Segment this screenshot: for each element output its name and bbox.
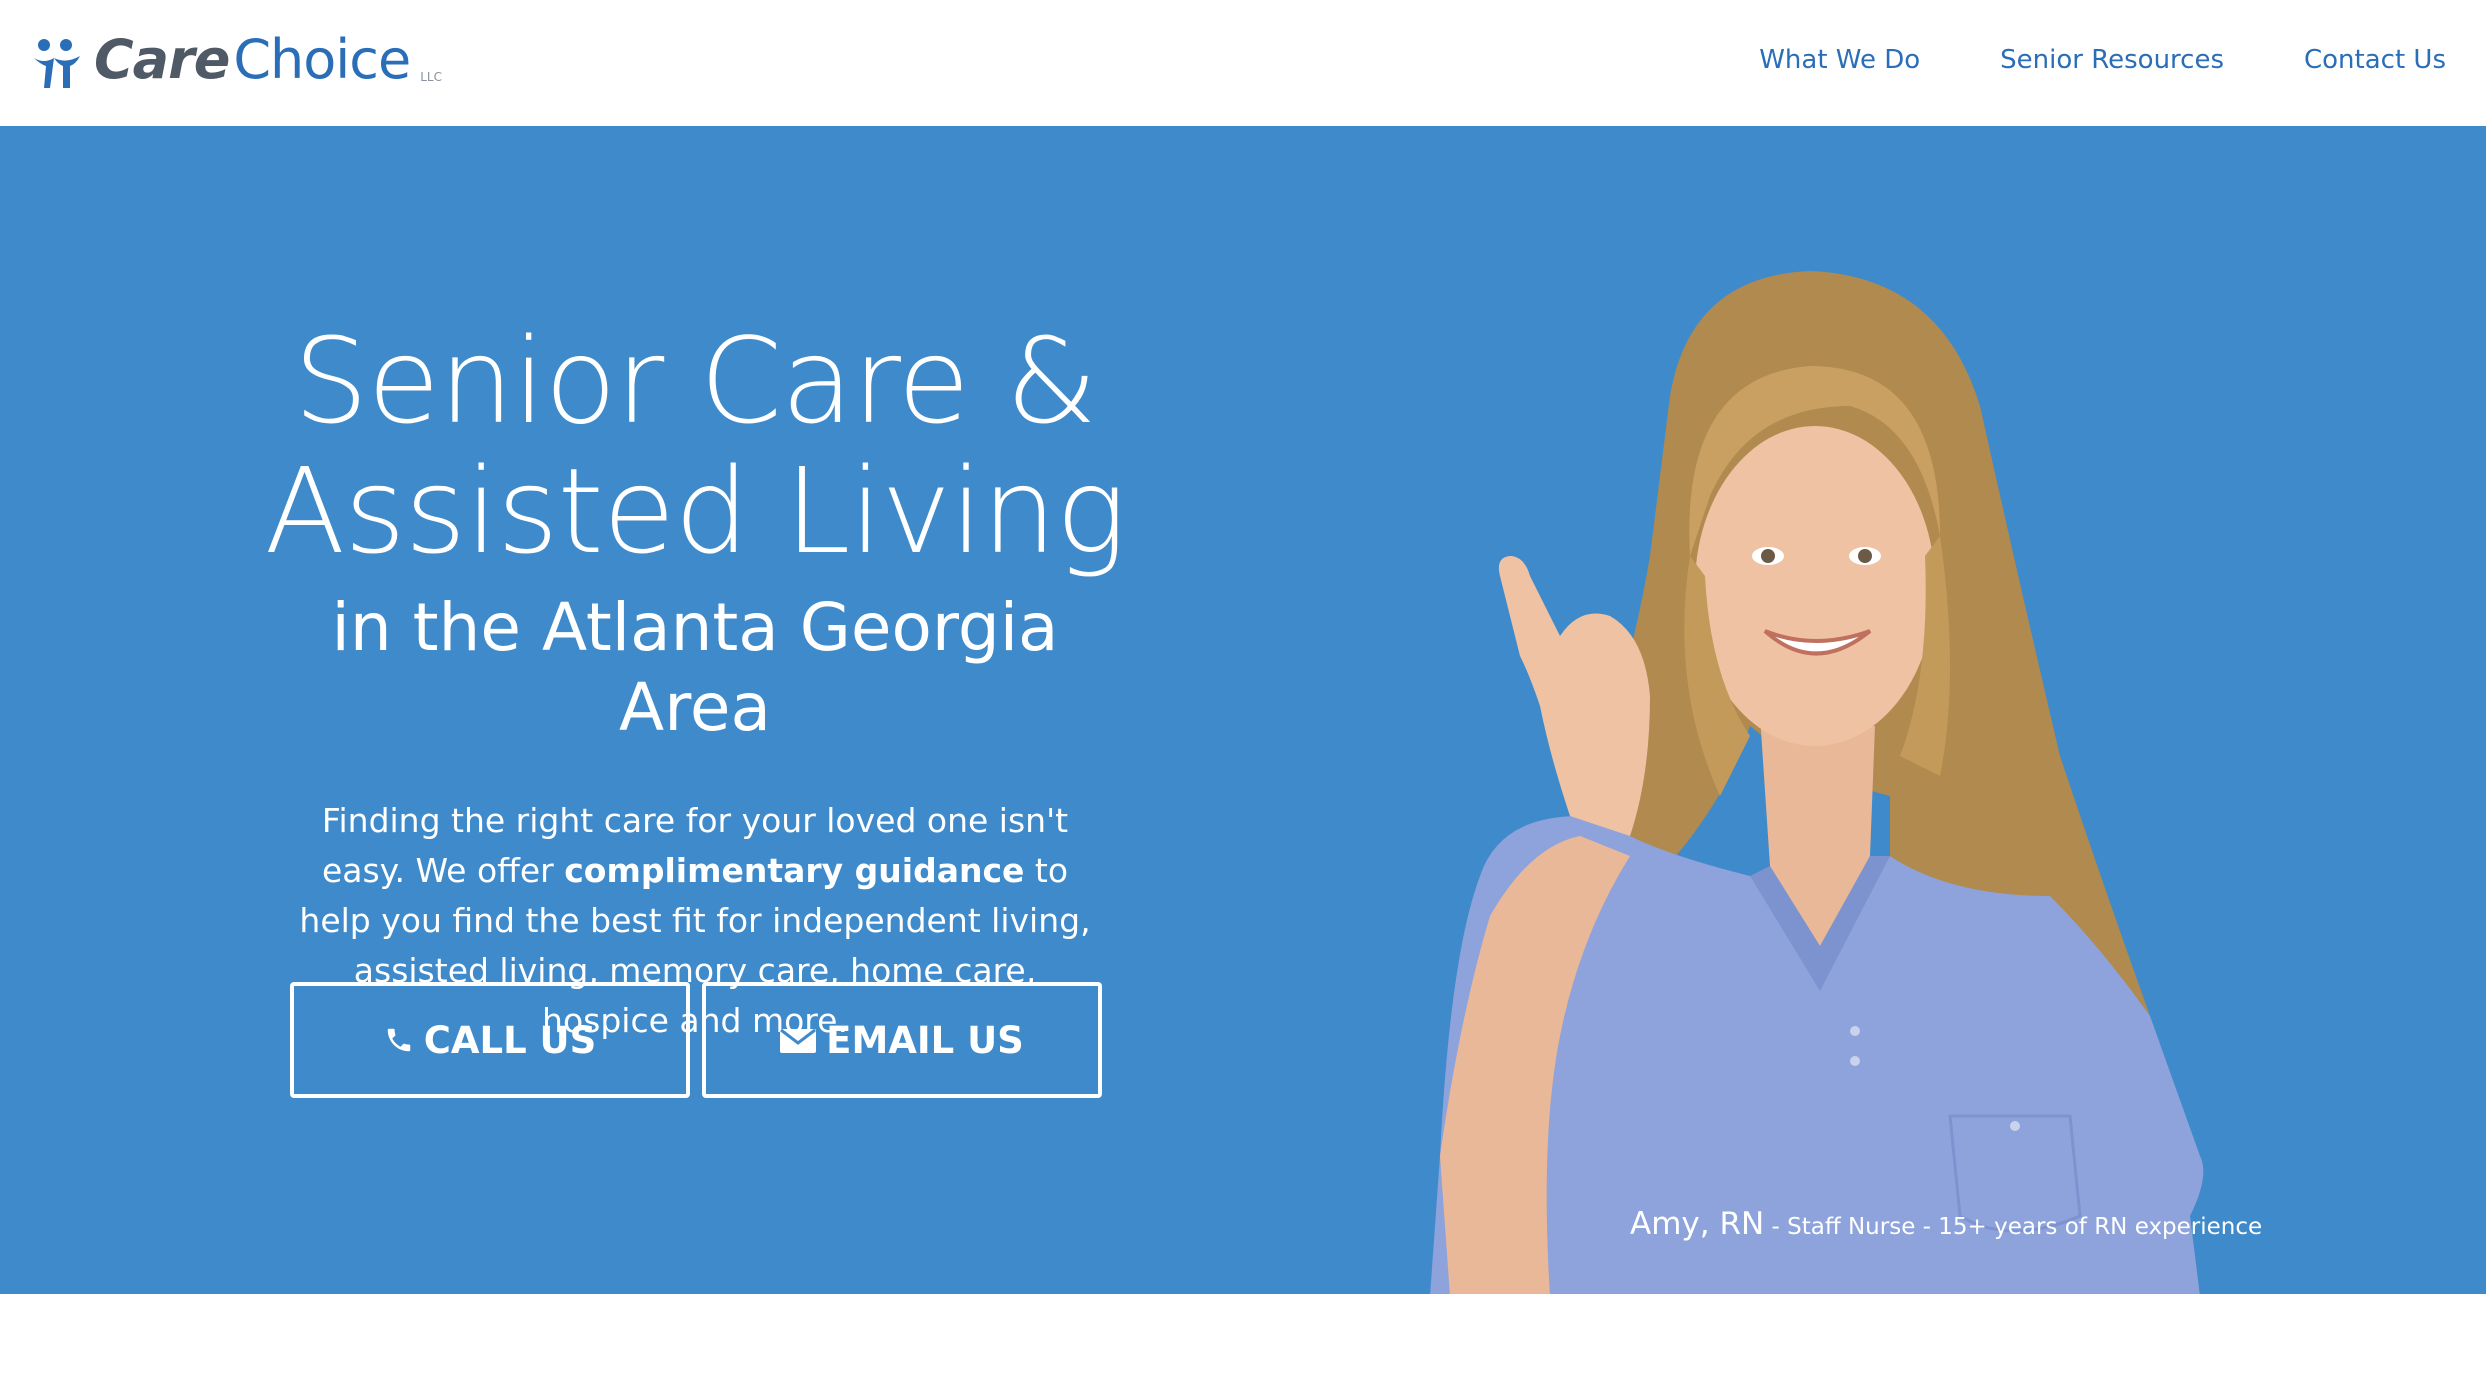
nav-what-we-do[interactable]: What We Do [1759,40,1920,80]
logo-care-text: Care [94,28,230,91]
logo-llc-text: LLC [420,70,442,84]
email-us-button[interactable]: EMAIL US [702,982,1102,1098]
hero-section: Senior Care & Assisted Living in the Atl… [0,126,2486,1294]
nurse-photo [1430,271,2204,1294]
hero-text: Senior Care & Assisted Living in the Atl… [250,316,1140,1046]
nav-contact-us[interactable]: Contact Us [2304,40,2446,80]
main-nav: What We Do Senior Resources Contact Us [1679,40,2446,80]
envelope-icon [780,1028,817,1053]
hero-title-line1: Senior Care & [293,312,1097,450]
caption-role: - Staff Nurse - 15+ years of RN experien… [1764,1214,2263,1240]
site-header: Care Choice LLC What We Do Senior Resour… [0,0,2486,126]
cta-buttons: CALL US EMAIL US [290,982,1114,1098]
email-us-label: EMAIL US [826,1018,1024,1062]
hero-subtitle: in the Atlanta Georgia Area [331,589,1059,746]
call-us-button[interactable]: CALL US [290,982,690,1098]
phone-icon [387,1028,410,1052]
call-us-label: CALL US [423,1018,597,1062]
hero-title: Senior Care & Assisted Living [250,316,1140,576]
logo[interactable]: Care Choice LLC [32,28,442,92]
below-fold [0,1294,2486,1390]
hero-body-bold: complimentary guidance [564,851,1025,890]
nurse-caption: Amy, RN - Staff Nurse - 15+ years of RN … [1630,1206,2262,1242]
logo-choice-text: Choice [233,28,411,91]
nav-senior-resources[interactable]: Senior Resources [2000,40,2224,80]
people-icon [34,39,80,88]
hero-title-line2: Assisted Living [264,442,1127,580]
caption-name: Amy, RN [1630,1206,1765,1242]
